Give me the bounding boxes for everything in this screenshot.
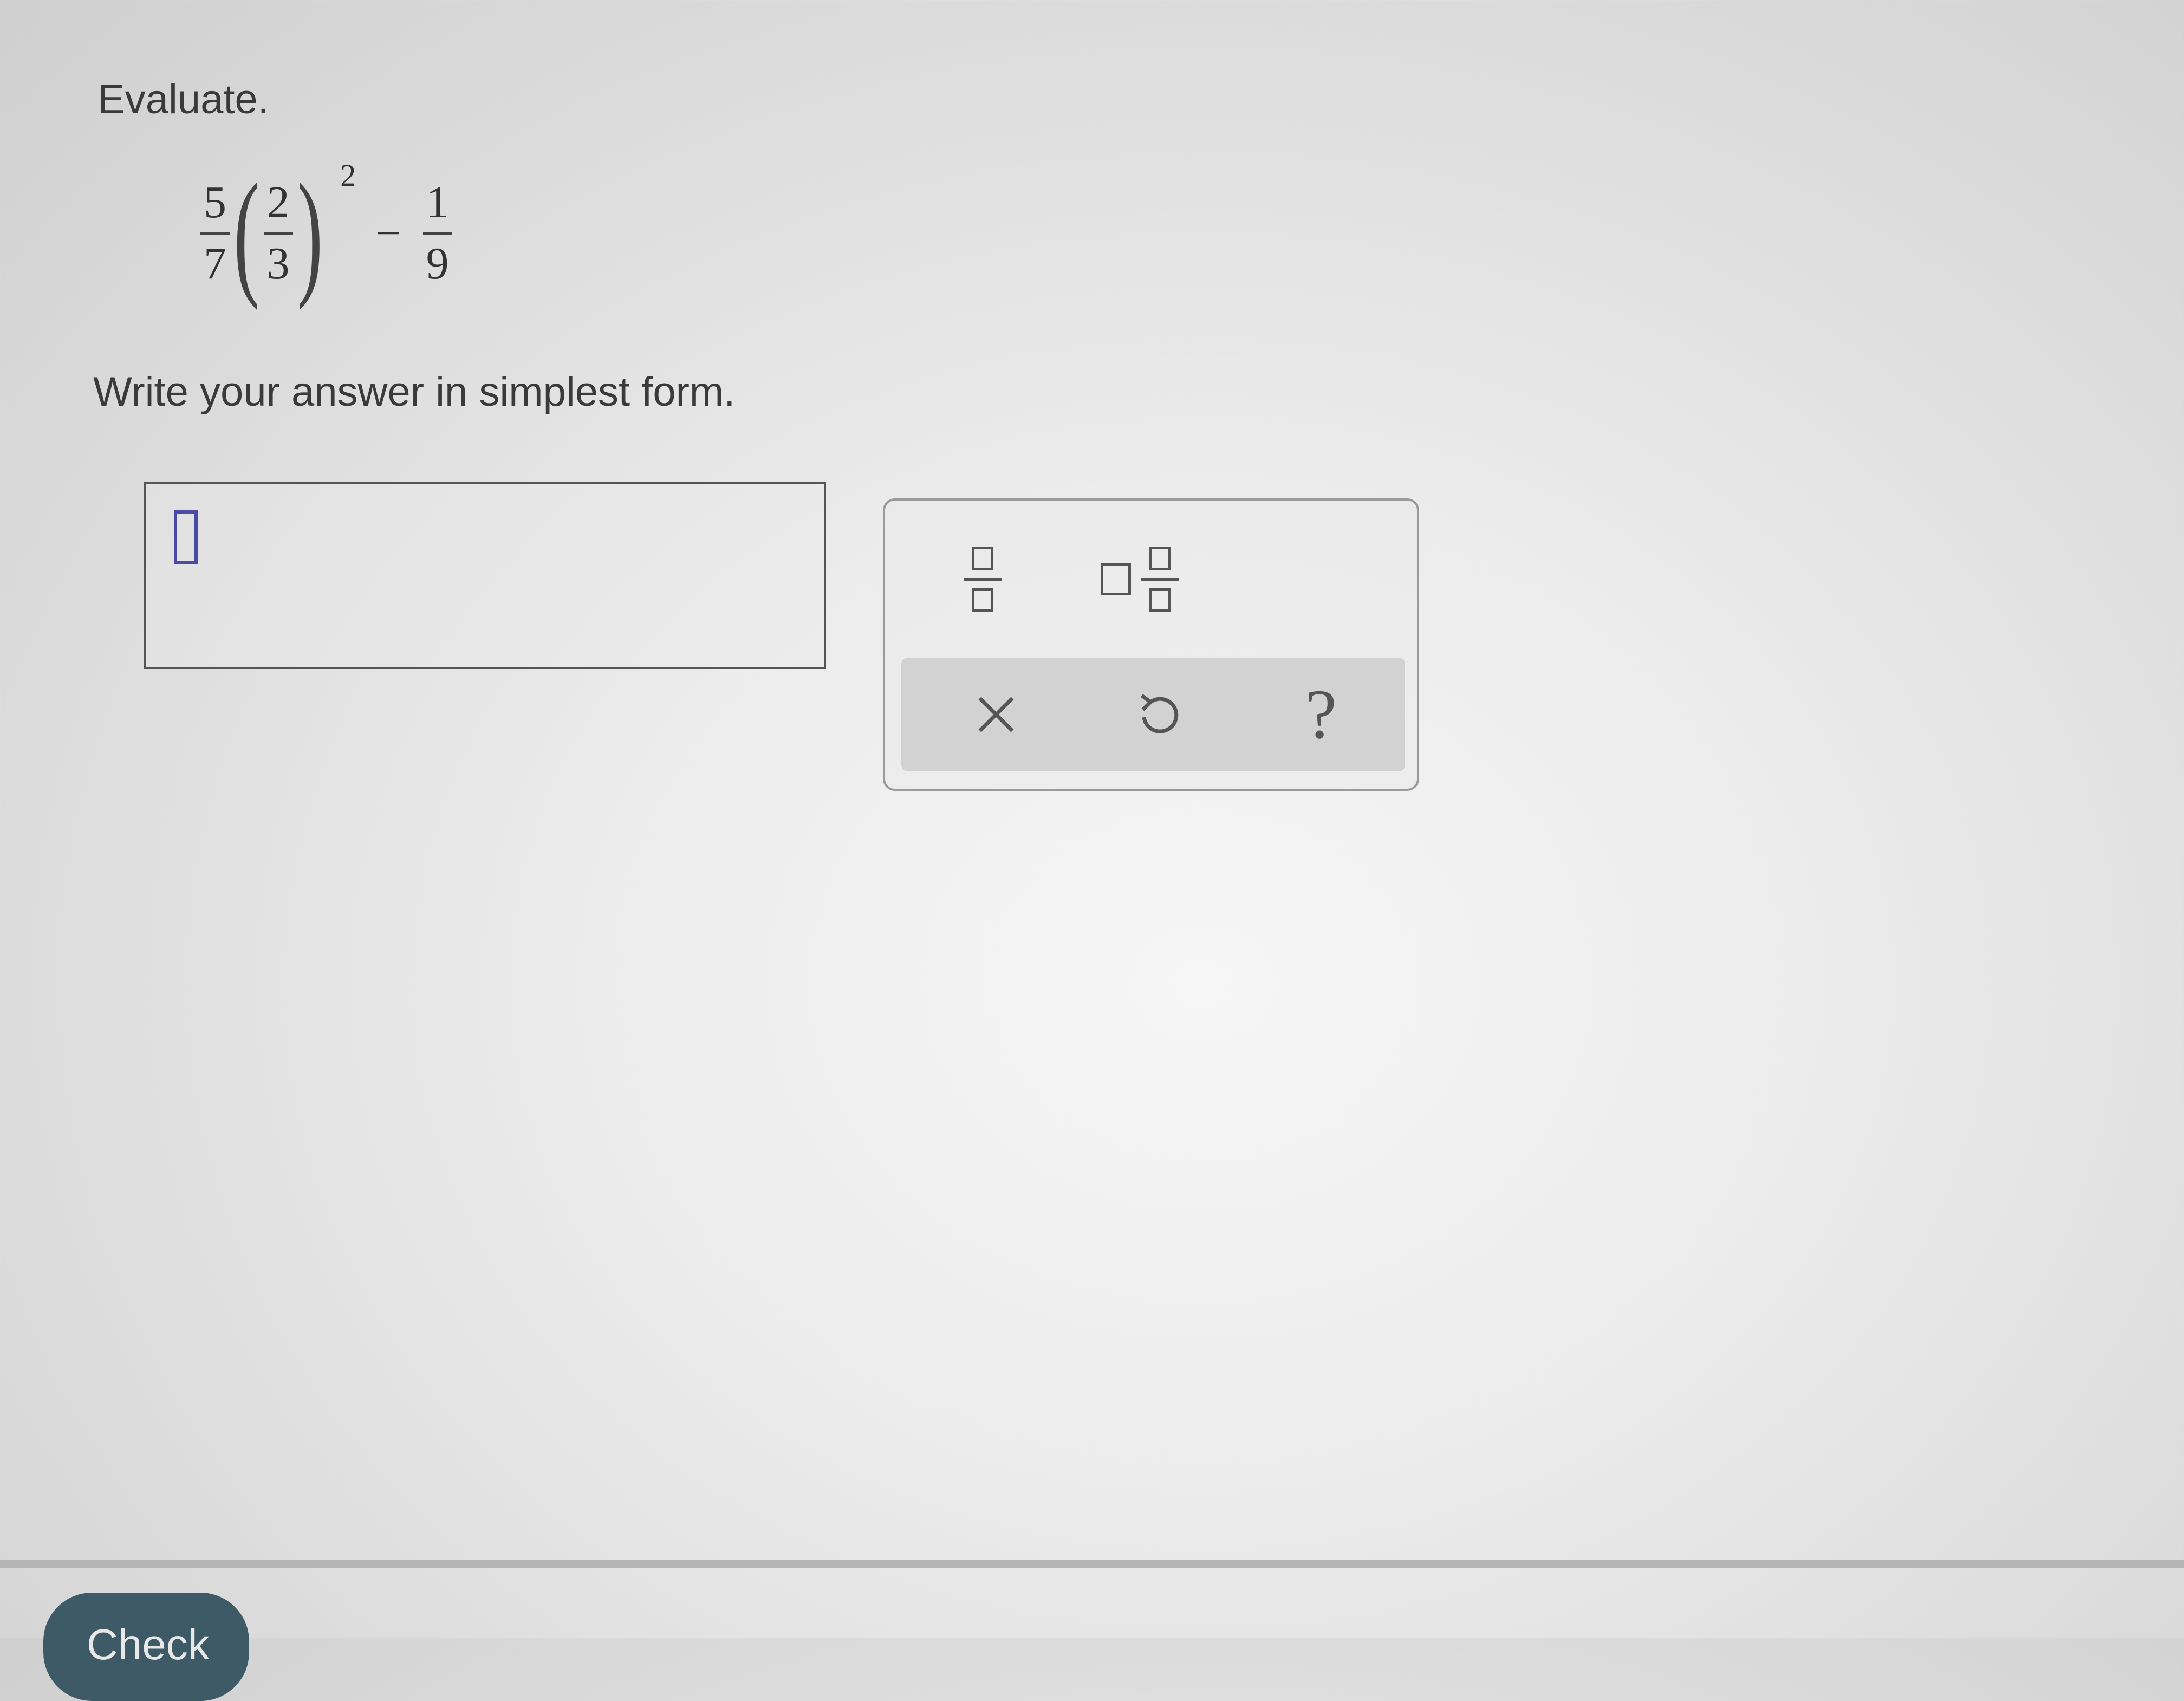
check-button[interactable]: Check <box>43 1593 249 1701</box>
numerator: 2 <box>266 177 290 228</box>
right-paren: ) <box>297 155 323 311</box>
mixed-fraction-icon <box>1141 546 1179 612</box>
fraction-line-icon <box>1141 577 1179 581</box>
undo-button[interactable] <box>1118 674 1199 755</box>
numerator-box-icon <box>1149 546 1171 570</box>
help-button[interactable]: ? <box>1280 674 1362 755</box>
parenthesized-power: ( 2 3 ) 2 <box>230 155 356 311</box>
fraction-line-icon <box>964 577 1002 581</box>
whole-number-box-icon <box>1101 563 1131 595</box>
exponent: 2 <box>340 158 356 193</box>
denominator: 7 <box>204 238 226 289</box>
left-paren: ( <box>233 155 260 311</box>
denominator: 9 <box>426 238 449 289</box>
numerator: 5 <box>204 177 226 228</box>
fraction-bar <box>200 231 230 235</box>
denominator-box-icon <box>972 588 993 612</box>
answer-input[interactable] <box>144 482 826 669</box>
fraction-two-thirds: 2 3 <box>263 177 293 289</box>
minus-operator: − <box>375 207 401 258</box>
input-cursor-placeholder <box>174 510 198 564</box>
fraction-template-button[interactable] <box>950 533 1015 625</box>
fraction-one-ninth: 1 9 <box>422 177 452 289</box>
clear-button[interactable] <box>955 674 1037 755</box>
fraction-bar <box>422 231 452 235</box>
palette-templates <box>885 501 1417 663</box>
fraction-five-sevenths: 5 7 <box>200 177 230 289</box>
mixed-number-template-button[interactable] <box>1086 533 1194 625</box>
fraction-bar <box>263 231 293 235</box>
denominator: 3 <box>266 238 290 289</box>
undo-icon <box>1140 694 1179 733</box>
denominator-box-icon <box>1149 588 1171 612</box>
close-icon <box>978 697 1014 732</box>
palette-actions: ? <box>901 658 1405 771</box>
instruction-text: Evaluate. <box>98 76 269 122</box>
numerator: 1 <box>426 177 449 228</box>
math-palette: ? <box>883 498 1419 791</box>
footer-divider <box>0 1560 2184 1568</box>
numerator-box-icon <box>972 546 993 570</box>
math-expression: 5 7 ( 2 3 ) 2 − 1 9 <box>200 155 452 311</box>
answer-instruction: Write your answer in simplest form. <box>93 369 736 415</box>
